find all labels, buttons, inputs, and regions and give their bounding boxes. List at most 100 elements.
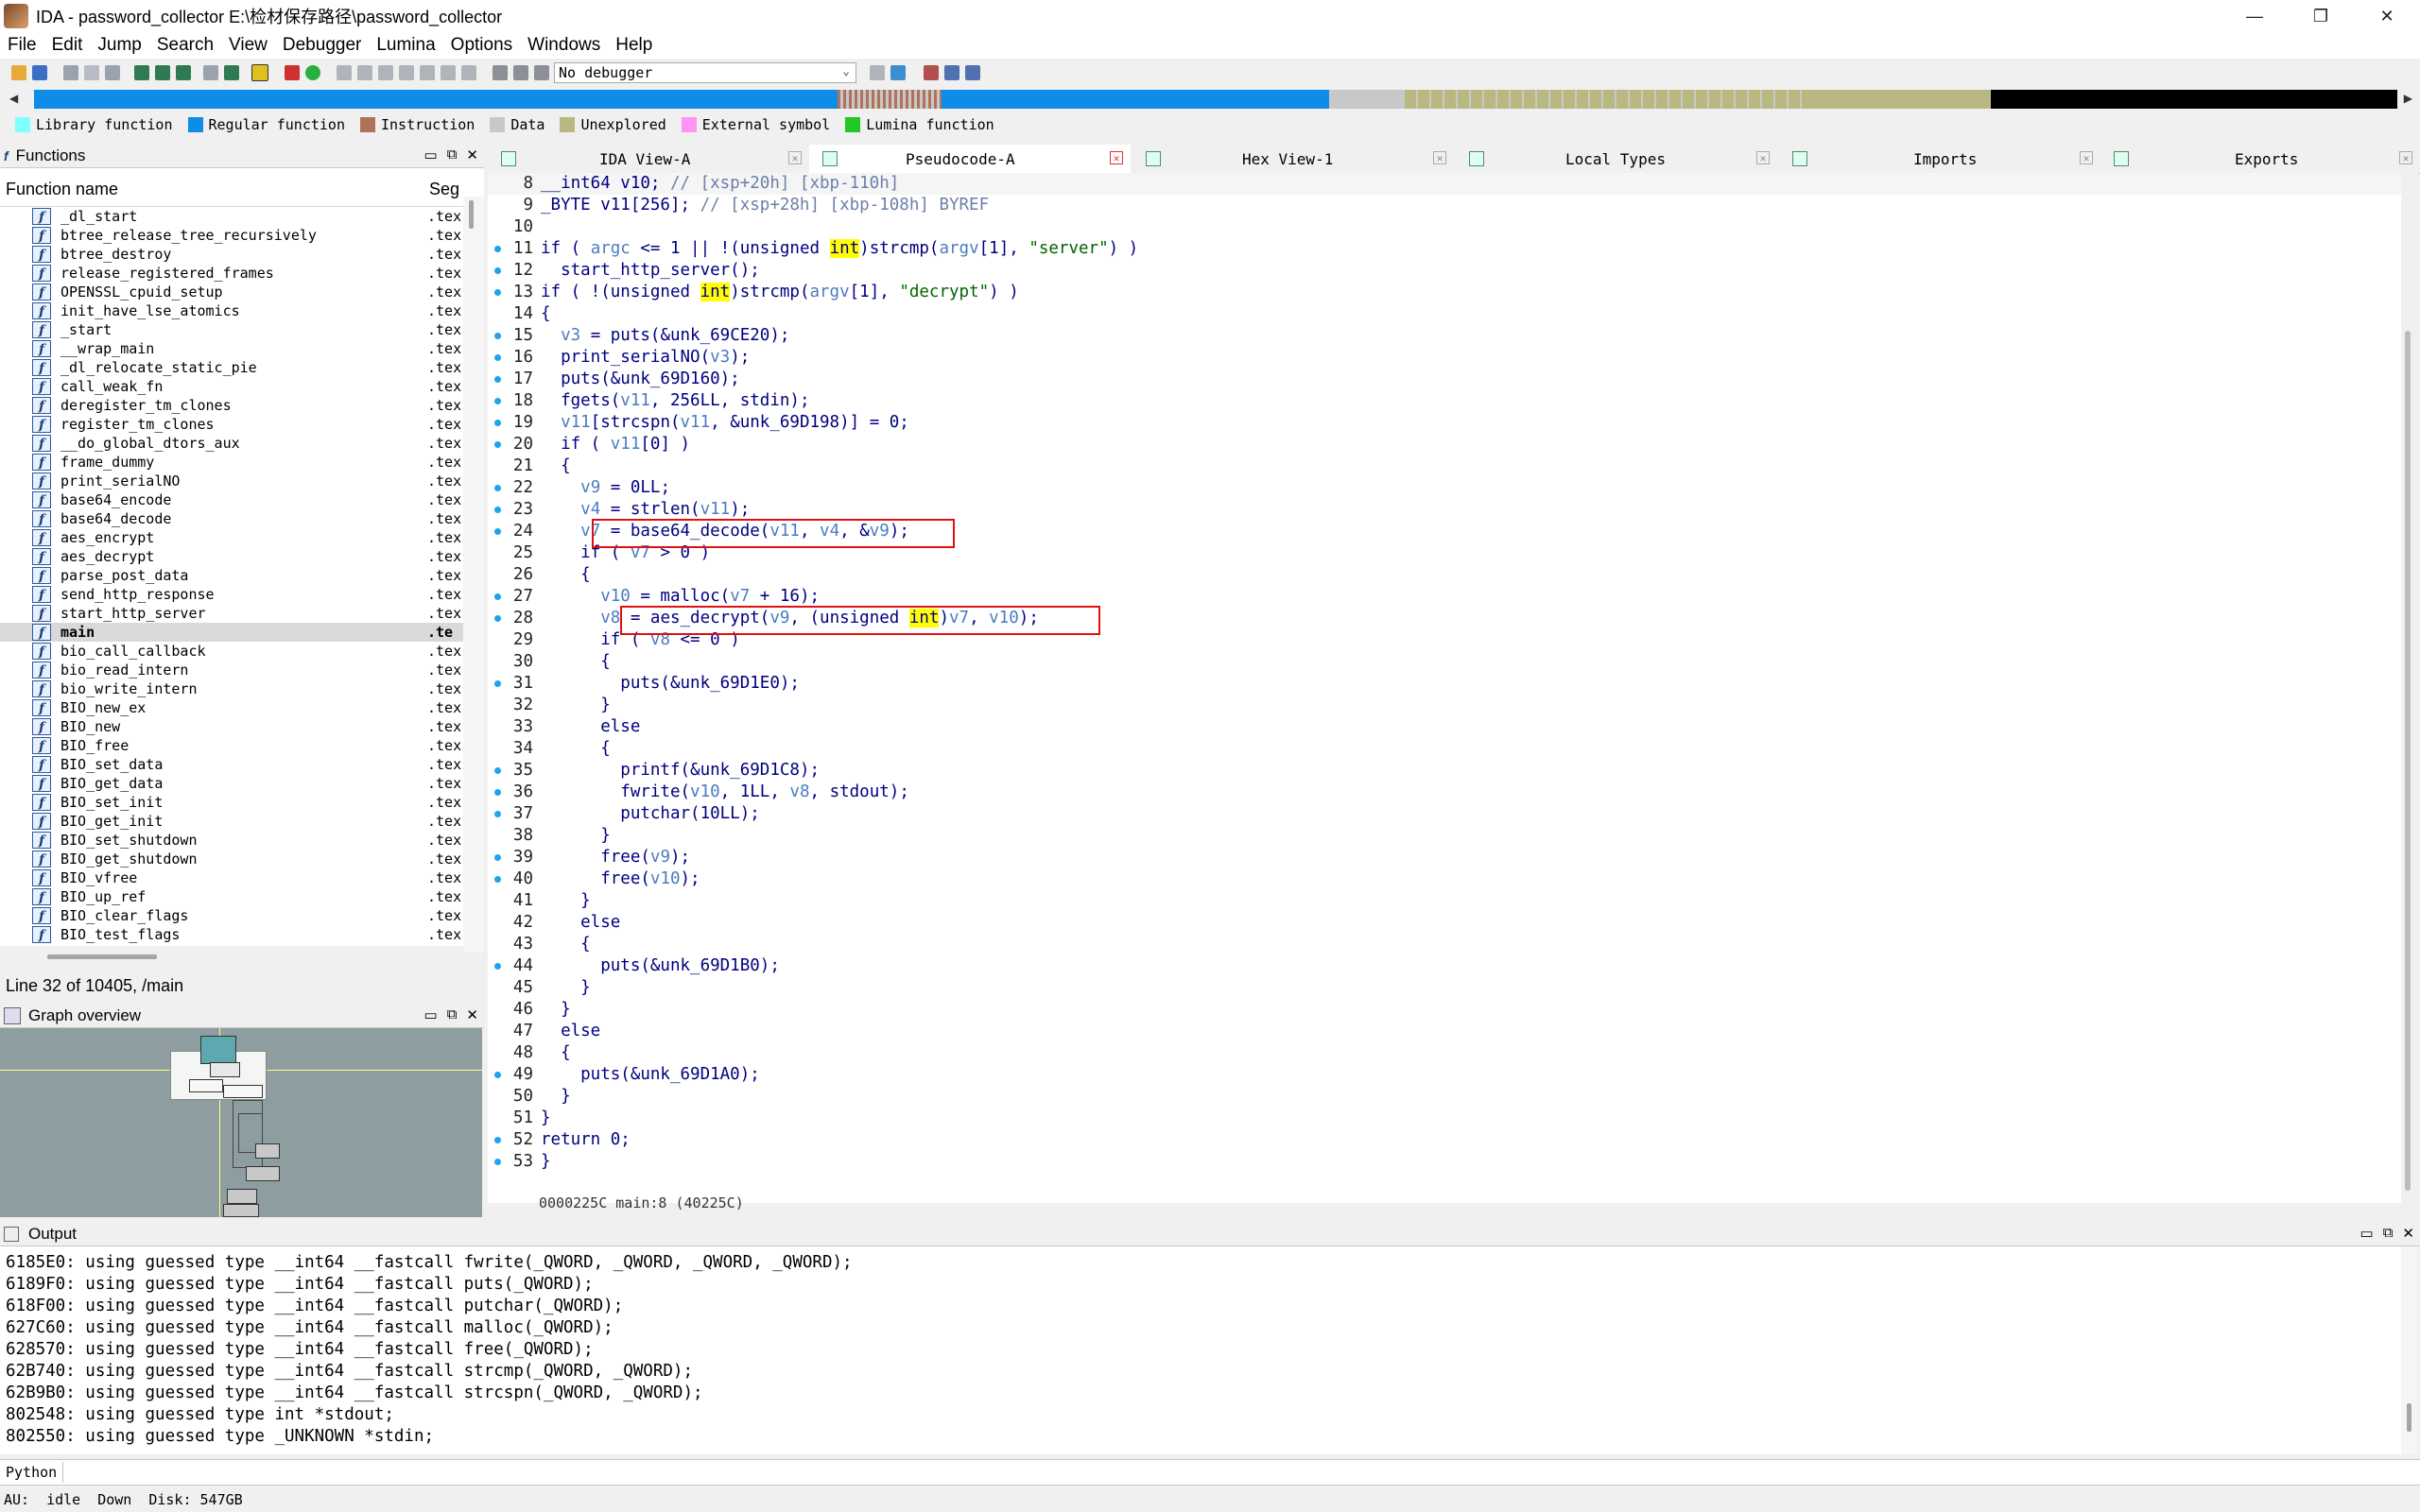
code-line[interactable]: 39 free(v9); bbox=[488, 847, 2401, 868]
function-row[interactable]: f BIO_set_shutdown .tex bbox=[0, 831, 463, 850]
panel-minimize-icon[interactable]: ▭ bbox=[2360, 1225, 2374, 1242]
nav-left-arrow-icon[interactable]: ◀ bbox=[9, 92, 18, 105]
output-scroll-thumb[interactable] bbox=[2407, 1403, 2411, 1432]
panel-float-icon[interactable]: ⧉ bbox=[447, 1006, 458, 1023]
function-row[interactable]: f BIO_new .tex bbox=[0, 717, 463, 736]
close-icon[interactable]: ✕ bbox=[2080, 151, 2093, 164]
code-line[interactable]: 23 v4 = strlen(v11); bbox=[488, 499, 2401, 521]
code-line[interactable]: 41 } bbox=[488, 890, 2401, 912]
play-icon[interactable] bbox=[493, 65, 508, 80]
code-line[interactable]: 45 } bbox=[488, 977, 2401, 999]
code-line[interactable]: 27 v10 = malloc(v7 + 16); bbox=[488, 586, 2401, 608]
code-line[interactable]: 37 putchar(10LL); bbox=[488, 803, 2401, 825]
code-line[interactable]: 30 { bbox=[488, 651, 2401, 673]
functions-scroll-thumb[interactable] bbox=[469, 200, 474, 229]
column-function-name[interactable]: Function name bbox=[6, 180, 118, 199]
back-icon[interactable] bbox=[63, 65, 78, 80]
code-line[interactable]: 44 puts(&unk_69D1B0); bbox=[488, 955, 2401, 977]
close-icon[interactable]: ✕ bbox=[788, 151, 802, 164]
debugger-select[interactable]: No debugger ⌄ bbox=[554, 62, 856, 83]
panel-close-icon[interactable]: ✕ bbox=[466, 146, 478, 163]
function-row[interactable]: f register_tm_clones .tex bbox=[0, 415, 463, 434]
function-row[interactable]: f BIO_clear_flags .tex bbox=[0, 906, 463, 925]
function-row[interactable]: f main .te bbox=[0, 623, 463, 642]
code-line[interactable]: 20 if ( v11[0] ) bbox=[488, 434, 2401, 455]
close-button[interactable]: ✕ bbox=[2354, 0, 2420, 32]
tab-imports[interactable]: Imports ✕ bbox=[1779, 145, 2100, 173]
close-icon[interactable]: ✕ bbox=[1433, 151, 1446, 164]
code-line[interactable]: 50 } bbox=[488, 1086, 2401, 1108]
function-row[interactable]: f start_http_server .tex bbox=[0, 604, 463, 623]
function-row[interactable]: f base64_encode .tex bbox=[0, 490, 463, 509]
code-line[interactable]: 21 { bbox=[488, 455, 2401, 477]
code-line[interactable]: 33 else bbox=[488, 716, 2401, 738]
command-input[interactable] bbox=[63, 1462, 2420, 1483]
function-row[interactable]: f OPENSSL_cpuid_setup .tex bbox=[0, 283, 463, 301]
tab-ida-view[interactable]: IDA View-A ✕ bbox=[488, 145, 809, 173]
code-lines[interactable]: 8 __int64 v10; // [xsp+20h] [xbp-110h] 9 _B… bbox=[488, 173, 2401, 1173]
pseudocode-scroll-thumb[interactable] bbox=[2405, 331, 2411, 1191]
close-icon[interactable]: ✕ bbox=[1110, 151, 1123, 164]
lumina-icon[interactable] bbox=[305, 65, 320, 80]
text-view-icon[interactable] bbox=[251, 64, 268, 81]
pause-icon[interactable] bbox=[513, 65, 528, 80]
jump-icon[interactable] bbox=[105, 65, 120, 80]
indent-icon[interactable] bbox=[944, 65, 959, 80]
search-text-icon[interactable] bbox=[134, 65, 149, 80]
struct-icon[interactable] bbox=[378, 65, 393, 80]
search-binary-icon[interactable] bbox=[155, 65, 170, 80]
code-line[interactable]: 10 bbox=[488, 216, 2401, 238]
menu-help[interactable]: Help bbox=[608, 35, 660, 56]
code-line[interactable]: 13 if ( !(unsigned int)strcmp(argv[1], "d… bbox=[488, 282, 2401, 303]
code-line[interactable]: 46 } bbox=[488, 999, 2401, 1021]
array-icon[interactable] bbox=[399, 65, 414, 80]
panel-float-icon[interactable]: ⧉ bbox=[447, 146, 458, 163]
open-icon[interactable] bbox=[11, 65, 26, 80]
code-line[interactable]: 31 puts(&unk_69D1E0); bbox=[488, 673, 2401, 695]
code-line[interactable]: 42 else bbox=[488, 912, 2401, 934]
function-row[interactable]: f BIO_set_data .tex bbox=[0, 755, 463, 774]
code-line[interactable]: 16 print_serialNO(v3); bbox=[488, 347, 2401, 369]
function-row[interactable]: f BIO_new_ex .tex bbox=[0, 698, 463, 717]
function-row[interactable]: f BIO_get_init .tex bbox=[0, 812, 463, 831]
function-row[interactable]: f base64_decode .tex bbox=[0, 509, 463, 528]
function-row[interactable]: f aes_encrypt .tex bbox=[0, 528, 463, 547]
functions-hscroll-thumb[interactable] bbox=[47, 954, 157, 959]
function-row[interactable]: f call_weak_fn .tex bbox=[0, 377, 463, 396]
panel-close-icon[interactable]: ✕ bbox=[2402, 1225, 2414, 1242]
function-row[interactable]: f init_have_lse_atomics .tex bbox=[0, 301, 463, 320]
function-row[interactable]: f BIO_get_data .tex bbox=[0, 774, 463, 793]
navigation-strip[interactable] bbox=[34, 90, 2397, 109]
function-row[interactable]: f aes_decrypt .tex bbox=[0, 547, 463, 566]
forward-icon[interactable] bbox=[84, 65, 99, 80]
cross-ref-icon[interactable] bbox=[203, 65, 218, 80]
undefine-icon[interactable] bbox=[420, 65, 435, 80]
tab-pseudocode[interactable]: Pseudocode-A ✕ bbox=[809, 145, 1131, 173]
functions-list[interactable]: f _dl_start .tex f btree_release_tree_recurs… bbox=[0, 207, 463, 946]
navigation-band[interactable]: ◀ ▶ bbox=[0, 87, 2420, 112]
function-row[interactable]: f bio_write_intern .tex bbox=[0, 679, 463, 698]
function-row[interactable]: f _dl_start .tex bbox=[0, 207, 463, 226]
list-icon[interactable] bbox=[924, 65, 939, 80]
close-icon[interactable]: ✕ bbox=[2399, 151, 2412, 164]
function-row[interactable]: f deregister_tm_clones .tex bbox=[0, 396, 463, 415]
function-row[interactable]: f __wrap_main .tex bbox=[0, 339, 463, 358]
function-row[interactable]: f release_registered_frames .tex bbox=[0, 264, 463, 283]
function-row[interactable]: f send_http_response .tex bbox=[0, 585, 463, 604]
code-line[interactable]: 18 fgets(v11, 256LL, stdin); bbox=[488, 390, 2401, 412]
panel-minimize-icon[interactable]: ▭ bbox=[424, 146, 438, 163]
menu-jump[interactable]: Jump bbox=[90, 35, 148, 56]
menu-options[interactable]: Options bbox=[443, 35, 520, 56]
column-segment[interactable]: Seg bbox=[429, 180, 459, 199]
menu-debugger[interactable]: Debugger bbox=[275, 35, 369, 56]
function-row[interactable]: f parse_post_data .tex bbox=[0, 566, 463, 585]
save-icon[interactable] bbox=[32, 65, 47, 80]
function-row[interactable]: f bio_read_intern .tex bbox=[0, 661, 463, 679]
search-immediate-icon[interactable] bbox=[176, 65, 191, 80]
code-line[interactable]: 34 { bbox=[488, 738, 2401, 760]
menu-view[interactable]: View bbox=[221, 35, 275, 56]
code-line[interactable]: 52 return 0; bbox=[488, 1129, 2401, 1151]
tab-exports[interactable]: Exports ✕ bbox=[2100, 145, 2420, 173]
function-row[interactable]: f BIO_up_ref .tex bbox=[0, 887, 463, 906]
function-icon[interactable] bbox=[441, 65, 456, 80]
